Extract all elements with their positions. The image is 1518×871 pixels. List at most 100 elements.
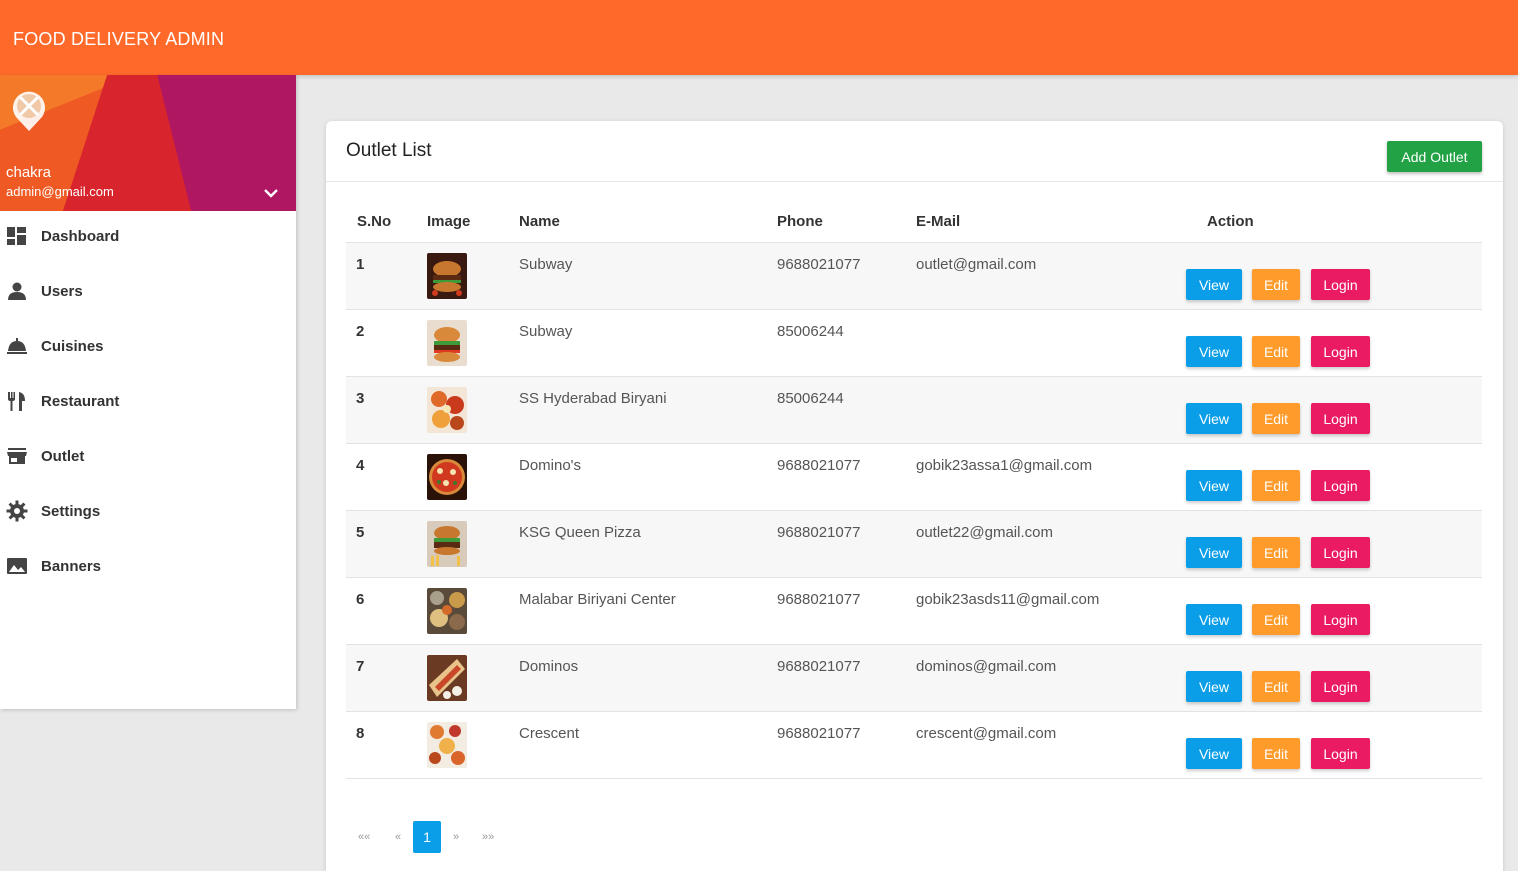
login-button[interactable]: Login [1311,336,1370,367]
sidebar-item-cuisines[interactable]: Cuisines [0,321,296,376]
row-sno: 6 [356,591,365,608]
row-sno: 7 [356,658,365,675]
view-button[interactable]: View [1186,403,1242,434]
outlet-email: gobik23assa1@gmail.com [916,457,1093,474]
person-icon [8,282,26,300]
store-icon [7,448,27,464]
table-row: 7 Dominos 9688021077 dominos@gmail.com V… [346,645,1482,712]
sidebar-item-banners[interactable]: Banners [0,541,296,596]
burger-photo [427,253,467,299]
view-button[interactable]: View [1186,671,1242,702]
add-outlet-button[interactable]: Add Outlet [1387,141,1482,172]
pagination-last[interactable]: »» [482,821,494,853]
edit-button[interactable]: Edit [1252,403,1300,434]
outlet-email: outlet@gmail.com [916,256,1037,273]
table-row: 2 Subway 85006244 View Edit Login [346,310,1482,377]
outlet-email: outlet22@gmail.com [916,524,1053,541]
dishes-photo [427,722,467,768]
fork-knife-icon [8,392,25,411]
view-button[interactable]: View [1186,470,1242,501]
edit-button[interactable]: Edit [1252,537,1300,568]
outlet-name: SS Hyderabad Biryani [519,390,667,407]
login-button[interactable]: Login [1311,604,1370,635]
outlet-list-card: Outlet List Add Outlet S.No Image Name P… [326,121,1503,871]
table-row: 8 Crescent 9688021077 crescent@gmail.com… [346,712,1482,779]
pizza-photo [427,454,467,500]
table-row: 3 SS Hyderabad Biryani 85006244 View Edi… [346,377,1482,444]
cloche-icon [7,338,27,354]
login-button[interactable]: Login [1311,671,1370,702]
table-row: 5 KSG Queen Pizza 9688021077 outlet22@gm… [346,511,1482,578]
outlet-name: Subway [519,323,573,340]
edit-button[interactable]: Edit [1252,671,1300,702]
edit-button[interactable]: Edit [1252,604,1300,635]
dashboard-icon [7,227,26,245]
outlet-phone: 9688021077 [777,591,861,608]
burger-fries-photo [427,521,467,567]
login-button[interactable]: Login [1311,470,1370,501]
view-button[interactable]: View [1186,336,1242,367]
sidebar-item-restaurant[interactable]: Restaurant [0,376,296,431]
edit-button[interactable]: Edit [1252,470,1300,501]
outlet-name: Dominos [519,658,579,675]
biryani-photo [427,588,467,634]
avatar-logo-icon [13,91,46,131]
pagination-first[interactable]: «« [358,821,370,853]
column-header-email: E-Mail [916,213,961,230]
sidebar-item-label: Settings [41,503,101,520]
row-sno: 8 [356,725,365,742]
row-sno: 4 [356,457,365,474]
sidebar-item-label: Dashboard [41,228,120,245]
burger-photo [427,320,467,366]
sidebar-item-label: Restaurant [41,393,120,410]
outlet-email: gobik23asds11@gmail.com [916,591,1100,608]
sidebar-item-dashboard[interactable]: Dashboard [0,211,296,266]
user-panel: chakra admin@gmail.com [0,75,296,211]
row-sno: 5 [356,524,365,541]
sidebar-item-outlet[interactable]: Outlet [0,431,296,486]
sidebar-item-label: Banners [41,558,102,575]
outlet-email: crescent@gmail.com [916,725,1057,742]
outlet-phone: 85006244 [777,390,844,407]
login-button[interactable]: Login [1311,738,1370,769]
outlet-email: dominos@gmail.com [916,658,1057,675]
column-header-action: Action [1207,213,1254,230]
row-sno: 3 [356,390,365,407]
outlet-phone: 9688021077 [777,524,861,541]
chevron-down-icon[interactable] [263,187,279,199]
sidebar-item-label: Users [41,283,83,300]
image-icon [7,558,27,574]
sidebar-item-settings[interactable]: Settings [0,486,296,541]
pagination-prev[interactable]: « [395,821,401,853]
wrap-photo [427,655,467,701]
sidebar-item-users[interactable]: Users [0,266,296,321]
pagination-next[interactable]: » [453,821,459,853]
column-header-name: Name [519,213,560,230]
row-sno: 1 [356,256,365,273]
card-header: Outlet List Add Outlet [326,121,1503,182]
view-button[interactable]: View [1186,537,1242,568]
page-title: Outlet List [346,140,432,161]
edit-button[interactable]: Edit [1252,336,1300,367]
view-button[interactable]: View [1186,604,1242,635]
view-button[interactable]: View [1186,738,1242,769]
login-button[interactable]: Login [1311,269,1370,300]
login-button[interactable]: Login [1311,537,1370,568]
edit-button[interactable]: Edit [1252,269,1300,300]
outlet-name: KSG Queen Pizza [519,524,641,541]
edit-button[interactable]: Edit [1252,738,1300,769]
app-title: FOOD DELIVERY ADMIN [13,29,225,49]
user-name: chakra [6,164,52,181]
pagination-page-current[interactable]: 1 [413,821,441,853]
outlet-phone: 85006244 [777,323,844,340]
table-row: 4 Domino's 9688021077 gobik23assa1@gmail… [346,444,1482,511]
login-button[interactable]: Login [1311,403,1370,434]
outlet-phone: 9688021077 [777,457,861,474]
outlet-phone: 9688021077 [777,725,861,742]
column-header-sno: S.No [357,213,392,230]
outlet-phone: 9688021077 [777,256,861,273]
outlet-name: Domino's [519,457,582,474]
outlet-name: Malabar Biriyani Center [519,591,676,608]
view-button[interactable]: View [1186,269,1242,300]
sidebar-item-label: Cuisines [41,338,104,355]
